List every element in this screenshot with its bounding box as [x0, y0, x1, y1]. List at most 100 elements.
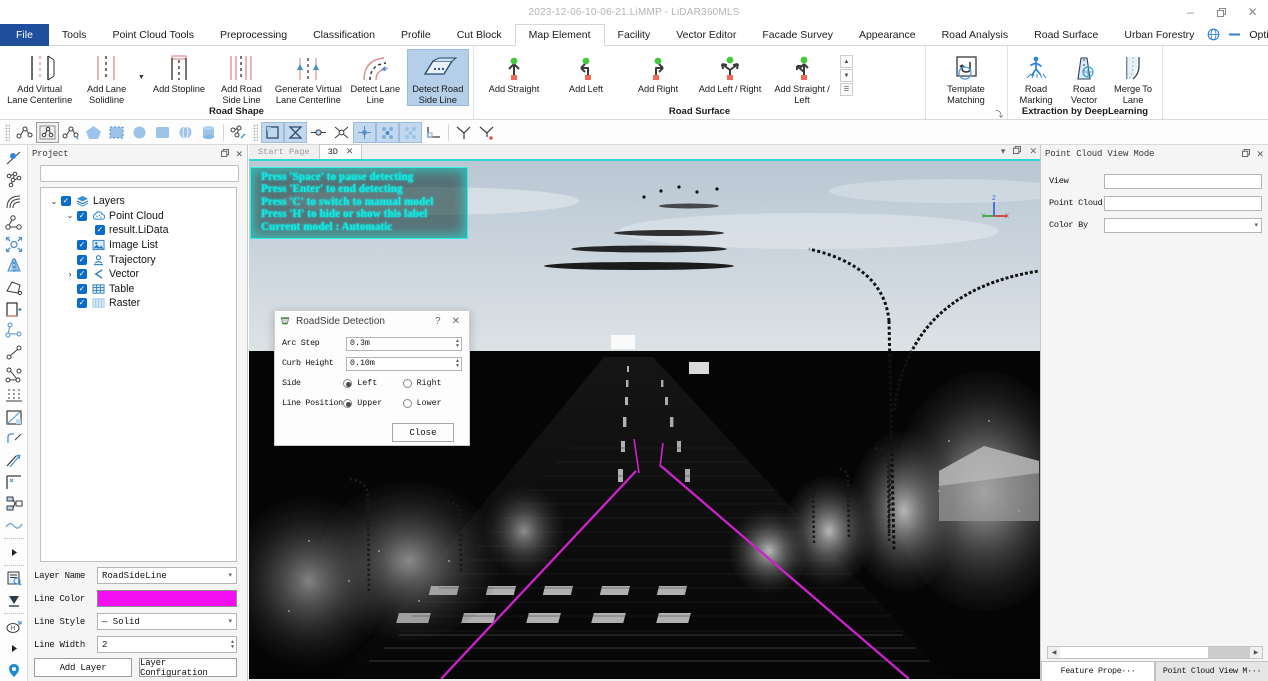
hierarchy-icon[interactable] — [2, 493, 26, 515]
measure-area-boxed-icon[interactable] — [36, 122, 59, 143]
line-color-swatch[interactable] — [97, 590, 237, 607]
dots-grid-icon[interactable] — [376, 122, 399, 143]
cylinder-select-icon[interactable] — [197, 122, 220, 143]
circle-select-icon[interactable] — [128, 122, 151, 143]
checkbox[interactable]: ✓ — [77, 298, 87, 309]
layer-name-combo[interactable]: RoadSideLine ▾ — [97, 567, 237, 584]
box-view-icon[interactable] — [261, 122, 284, 143]
tab-file[interactable]: File — [0, 24, 49, 46]
tree-item-result-lidata[interactable]: ✓ result.LiData — [43, 223, 234, 238]
vertical-lines-icon[interactable] — [2, 385, 26, 407]
square-select-icon[interactable] — [151, 122, 174, 143]
minimize-button[interactable]: – — [1175, 0, 1206, 24]
view-input[interactable] — [1104, 173, 1262, 189]
tab-road-analysis[interactable]: Road Analysis — [929, 24, 1022, 46]
layer-configuration-button[interactable]: Layer Configuration — [139, 658, 237, 678]
scrollbar-thumb[interactable] — [1208, 647, 1250, 658]
checkbox[interactable]: ✓ — [77, 283, 87, 294]
pick-point-icon[interactable] — [2, 147, 26, 169]
wave-line-icon[interactable] — [2, 515, 26, 537]
diamond-node-icon[interactable] — [353, 122, 376, 143]
doc-tab-start-page[interactable]: Start Page — [249, 144, 319, 159]
angle-point-tool-icon[interactable] — [475, 122, 498, 143]
checkbox[interactable]: ✓ — [77, 269, 87, 280]
tab-point-cloud-tools[interactable]: Point Cloud Tools — [99, 24, 207, 46]
expander-icon[interactable]: ⌄ — [63, 211, 77, 220]
button-add-straight-left[interactable]: Add Straight / Left — [766, 49, 838, 106]
hourglass-view-icon[interactable] — [284, 122, 307, 143]
dialog-help-button[interactable]: ? — [435, 316, 441, 327]
tab-feature-properties[interactable]: Feature Prope··· — [1041, 661, 1155, 681]
line-width-stepper[interactable]: 2 ▲ ▼ — [97, 636, 237, 653]
tree-item-image-list[interactable]: ✓ Image List — [43, 238, 234, 253]
collapse-ribbon-icon[interactable] — [1229, 33, 1241, 36]
angle-tool-icon[interactable] — [452, 122, 475, 143]
tab-map-element[interactable]: Map Element — [514, 24, 605, 46]
tree-item-table[interactable]: ✓ Table — [43, 282, 234, 297]
gallery-more[interactable]: ☰ — [840, 83, 853, 96]
polygon-edit-icon[interactable] — [2, 277, 26, 299]
tab-urban-forestry[interactable]: Urban Forestry — [1111, 24, 1207, 46]
stepper-arrows[interactable]: ▲ ▼ — [456, 338, 459, 349]
add-layer-button[interactable]: Add Layer — [34, 658, 132, 677]
scroll-right-arrow-icon[interactable]: ▶ — [1250, 647, 1262, 658]
tab-cut-block[interactable]: Cut Block — [444, 24, 515, 46]
button-add-road-side-line[interactable]: Add Road Side Line — [210, 49, 272, 106]
button-add-lane-solidline[interactable]: Add Lane Solidline — [75, 49, 137, 106]
radio-side-left[interactable]: Left — [343, 379, 402, 388]
lane-solidline-dropdown-icon[interactable]: ▼ — [138, 51, 148, 105]
arc-icon[interactable] — [2, 190, 26, 212]
dialog-close-button[interactable]: ✕ — [452, 316, 460, 327]
roadside-detection-dialog[interactable]: RoadSide Detection ? ✕ Arc Step 0.3m ▲ ▼ … — [274, 310, 470, 446]
toolbar-grip[interactable] — [5, 124, 10, 141]
right-panel-horizontal-scrollbar[interactable]: ◀ ▶ — [1047, 646, 1263, 659]
tree-item-raster[interactable]: ✓ Raster — [43, 296, 234, 311]
stepper-arrows[interactable]: ▲ ▼ — [456, 358, 459, 369]
table-search-icon[interactable] — [2, 568, 26, 590]
tab-classification[interactable]: Classification — [300, 24, 388, 46]
button-add-left[interactable]: Add Left — [550, 49, 622, 103]
line-style-combo[interactable]: — Solid ▾ — [97, 613, 237, 630]
gallery-scroll-down[interactable]: ▼ — [840, 69, 853, 82]
button-road-marking[interactable]: Road Marking — [1012, 49, 1060, 106]
right-panel-float-button[interactable] — [1242, 148, 1251, 160]
close-button[interactable]: ✕ — [1237, 0, 1268, 24]
tree-item-point-cloud[interactable]: ⌄ ✓ Point Cloud — [43, 209, 234, 224]
button-generate-virtual-lane-centerline[interactable]: Generate Virtual Lane Centerline — [273, 49, 344, 106]
tab-facade-survey[interactable]: Facade Survey — [749, 24, 846, 46]
gallery-scroll-controls[interactable]: ▲ ▼ ☰ — [840, 49, 853, 103]
mirror-icon[interactable] — [2, 255, 26, 277]
rect-dashed-select-icon[interactable] — [105, 122, 128, 143]
button-add-right[interactable]: Add Right — [622, 49, 694, 103]
measure-polyline-icon[interactable] — [13, 122, 36, 143]
doc-close-icon[interactable]: ✕ — [1029, 146, 1037, 157]
dialog-close-action-button[interactable]: Close — [392, 423, 454, 442]
project-panel-float-button[interactable] — [221, 148, 230, 160]
tab-preprocessing[interactable]: Preprocessing — [207, 24, 300, 46]
button-merge-to-lane[interactable]: Merge To Lane — [1108, 49, 1158, 106]
radio-line-position-lower[interactable]: Lower — [402, 399, 462, 408]
button-detect-lane-line[interactable]: Detect Lane Line — [344, 49, 406, 106]
doc-float-icon[interactable] — [1013, 146, 1022, 157]
play-small-icon[interactable] — [2, 541, 26, 563]
tree-item-vector[interactable]: › ✓ Vector — [43, 267, 234, 282]
radio-line-position-upper[interactable]: Upper — [343, 399, 402, 408]
button-road-vector[interactable]: Road Vector — [1060, 49, 1108, 106]
checkbox[interactable]: ✓ — [61, 196, 71, 207]
button-detect-road-side-line[interactable]: Detect Road Side Line — [406, 49, 470, 106]
doc-tab-menu-icon[interactable]: ▾ — [1001, 146, 1006, 157]
door-panel-icon[interactable] — [2, 298, 26, 320]
tab-vector-editor[interactable]: Vector Editor — [663, 24, 749, 46]
point-cloud-input[interactable] — [1104, 195, 1262, 211]
axis-corner-icon[interactable] — [422, 122, 445, 143]
expander-icon[interactable]: › — [63, 269, 77, 279]
curve-corner-icon[interactable] — [2, 428, 26, 450]
download-cloud-icon[interactable] — [2, 590, 26, 612]
tab-facility[interactable]: Facility — [605, 24, 664, 46]
button-add-left-right[interactable]: Add Left / Right — [694, 49, 766, 103]
color-by-combo[interactable] — [1104, 217, 1262, 233]
checkbox[interactable]: ✓ — [77, 254, 87, 265]
scroll-left-arrow-icon[interactable]: ◀ — [1048, 647, 1060, 658]
gallery-scroll-up[interactable]: ▲ — [840, 55, 853, 68]
restore-button[interactable] — [1206, 0, 1237, 24]
